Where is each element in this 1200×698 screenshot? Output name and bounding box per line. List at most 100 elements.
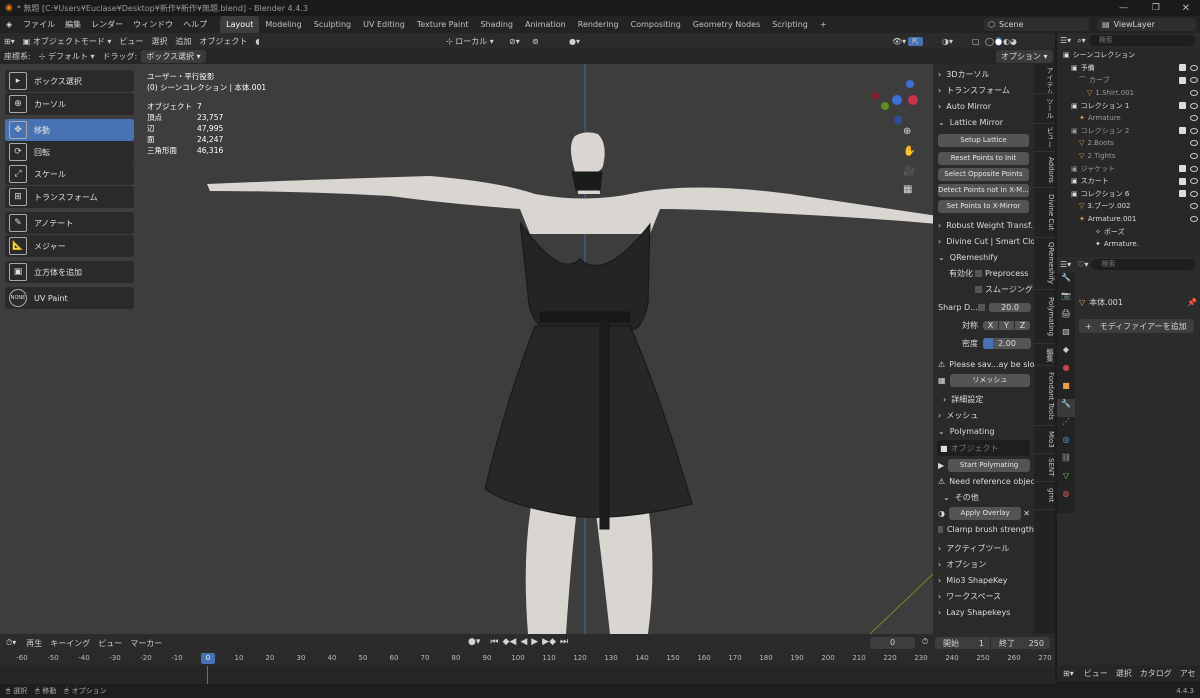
visibility-icon[interactable]: [1190, 77, 1198, 84]
include-checkbox[interactable]: [1179, 190, 1186, 198]
xray-icon[interactable]: ▢: [968, 37, 984, 46]
tool-move[interactable]: ✥ 移動: [5, 119, 134, 141]
panel-lattice-mirror[interactable]: ⌄ Lattice Mirror: [933, 114, 1034, 130]
tab-modeling[interactable]: Modeling: [259, 16, 307, 33]
menu-timeline-view[interactable]: ビュー: [94, 638, 126, 649]
sharp-checkbox[interactable]: [978, 303, 985, 311]
scene-selector[interactable]: ⬡ Scene: [984, 18, 1089, 31]
visibility-icon[interactable]: [1190, 102, 1198, 109]
panel-3d-cursor[interactable]: › 3Dカーソル: [933, 66, 1034, 82]
tool-scale[interactable]: ⤢ スケール: [5, 163, 134, 185]
world-props-icon[interactable]: ●: [1057, 363, 1075, 381]
overlay-toggle-icon[interactable]: ◑▾: [938, 37, 957, 46]
tab-animation[interactable]: Animation: [519, 16, 572, 33]
include-checkbox[interactable]: [1179, 102, 1186, 110]
outliner-item[interactable]: ▣ コレクション 2: [1057, 125, 1200, 138]
menu-keying[interactable]: キーイング: [46, 638, 94, 649]
tab-shading[interactable]: Shading: [474, 16, 519, 33]
visibility-icon[interactable]: [1190, 153, 1198, 160]
minimize-icon[interactable]: —: [1119, 3, 1128, 13]
outliner-item[interactable]: ▣ コレクション 1: [1057, 99, 1200, 112]
record-icon[interactable]: ●▾: [468, 637, 480, 647]
add-modifier-button[interactable]: + モディファイアーを追加: [1079, 319, 1194, 333]
setup-lattice-button[interactable]: Setup Lattice: [938, 134, 1029, 147]
visibility-icon[interactable]: [1190, 64, 1198, 71]
panel-workspace[interactable]: › ワークスペース: [933, 588, 1034, 604]
outliner-item[interactable]: ▽ 1.Shirt.001: [1057, 87, 1200, 100]
pin-icon[interactable]: ♡▾: [1077, 260, 1088, 269]
vtab-grnt[interactable]: grnt: [1034, 482, 1055, 510]
menu-playback[interactable]: 再生: [22, 638, 46, 649]
visibility-icon[interactable]: [1190, 140, 1198, 147]
transform-orientation[interactable]: ⊹ ローカル ▾: [442, 36, 498, 47]
outliner-item[interactable]: ▣ スカート: [1057, 175, 1200, 188]
vtab-qremeshify[interactable]: QRemeshify: [1034, 238, 1055, 290]
constraints-props-icon[interactable]: ⛓: [1057, 453, 1075, 471]
visibility-icon[interactable]: [1190, 115, 1198, 122]
tab-rendering[interactable]: Rendering: [572, 16, 625, 33]
include-checkbox[interactable]: [1179, 127, 1186, 135]
sym-x-toggle[interactable]: X: [983, 320, 998, 330]
tool-measure[interactable]: 📐 メジャー: [5, 235, 134, 257]
material-shading-icon[interactable]: ◐: [1003, 37, 1010, 46]
particles-props-icon[interactable]: ⋰: [1057, 417, 1075, 435]
panel-mesh[interactable]: › メッシュ: [933, 407, 1034, 423]
tool-box-select[interactable]: ▸ ボックス選択: [5, 70, 134, 92]
render-props-icon[interactable]: 📷: [1057, 291, 1075, 309]
include-checkbox[interactable]: [1179, 76, 1186, 84]
outliner-editor-icon[interactable]: ☰▾: [1060, 36, 1071, 45]
menu-edit[interactable]: 編集: [60, 19, 86, 30]
clock-icon[interactable]: ⏱: [922, 637, 928, 647]
vtab-addons[interactable]: Addons: [1034, 152, 1055, 188]
jump-end-icon[interactable]: ⏭: [560, 637, 568, 647]
solid-shading-icon[interactable]: ●: [994, 36, 1002, 46]
frame-ruler[interactable]: -60 -50 -40 -30 -20 -10 10 20 30 40 50 60 70 80 90 100 1…: [0, 652, 1055, 666]
tab-sculpting[interactable]: Sculpting: [308, 16, 357, 33]
camera-view-icon[interactable]: 🎥: [903, 166, 915, 177]
vtab-view[interactable]: ビュー: [1034, 124, 1055, 152]
remove-overlay-icon[interactable]: ✕: [1023, 509, 1030, 518]
play-icon[interactable]: ▶: [531, 637, 538, 647]
start-frame-field[interactable]: 開始 1: [935, 637, 990, 649]
view-layer-props-icon[interactable]: ▧: [1057, 327, 1075, 345]
tab-scripting[interactable]: Scripting: [766, 16, 814, 33]
output-props-icon[interactable]: 🖨: [1057, 309, 1075, 327]
playhead[interactable]: 0: [201, 653, 215, 664]
tool-rotate[interactable]: ⟳ 回転: [5, 141, 134, 163]
asset-menu-catalog[interactable]: カタログ: [1136, 668, 1176, 679]
panel-active-tool[interactable]: › アクティブツール: [933, 540, 1034, 556]
object-picker[interactable]: ■ オブジェクト: [937, 440, 1030, 456]
reset-points-button[interactable]: Reset Points to Init: [938, 152, 1029, 165]
panel-polymating[interactable]: ⌄ Polymating: [933, 423, 1034, 439]
modifier-props-icon[interactable]: 🔧: [1057, 399, 1075, 417]
vtab-fondant-tools[interactable]: Fondant Tools: [1034, 366, 1055, 426]
object-props-icon[interactable]: ■: [1057, 381, 1075, 399]
set-points-button[interactable]: Set Points to X-Mirror: [938, 200, 1029, 213]
scene-props-icon[interactable]: ◆: [1057, 345, 1075, 363]
asset-editor-icon[interactable]: ⊞▾: [1063, 669, 1074, 678]
panel-mio3-shapekey[interactable]: › Mio3 ShapeKey: [933, 572, 1034, 588]
outliner-item[interactable]: ▽ 2.Boots: [1057, 137, 1200, 150]
menu-object[interactable]: オブジェクト: [195, 36, 251, 47]
asset-menu-view[interactable]: ビュー: [1080, 668, 1112, 679]
rendered-shading-icon[interactable]: ◕: [1010, 37, 1017, 46]
end-frame-field[interactable]: 終了 250: [991, 637, 1050, 649]
apply-overlay-button[interactable]: Apply Overlay: [948, 506, 1022, 520]
include-checkbox[interactable]: [1179, 165, 1186, 173]
options-dropdown[interactable]: オプション ▾: [996, 50, 1053, 63]
reverse-play-icon[interactable]: ◀: [520, 637, 527, 647]
panel-lazy-shapekeys[interactable]: › Lazy Shapekeys: [933, 604, 1034, 620]
add-workspace-icon[interactable]: +: [814, 16, 833, 33]
menu-window[interactable]: ウィンドウ: [128, 19, 178, 30]
visibility-icon[interactable]: [1190, 178, 1198, 185]
close-icon[interactable]: ✕: [1182, 3, 1190, 14]
vtab-mio3[interactable]: Mio3: [1034, 426, 1055, 454]
visibility-icon[interactable]: [1190, 203, 1198, 210]
3d-viewport[interactable]: ⊕ ✋ 🎥 ▦ ▸ ボックス選択 ⊕ カーソル ✥ 移動 ⟳ 回転 ⤢ スケール ⊞ トラン…: [0, 64, 933, 634]
start-polymating-button[interactable]: Start Polymating: [948, 458, 1030, 472]
pan-icon[interactable]: ✋: [903, 146, 915, 157]
tab-uv-editing[interactable]: UV Editing: [357, 16, 411, 33]
vtab-sent[interactable]: SENT: [1034, 454, 1055, 482]
preprocess-checkbox[interactable]: [975, 269, 982, 277]
tool-cursor[interactable]: ⊕ カーソル: [5, 93, 134, 115]
